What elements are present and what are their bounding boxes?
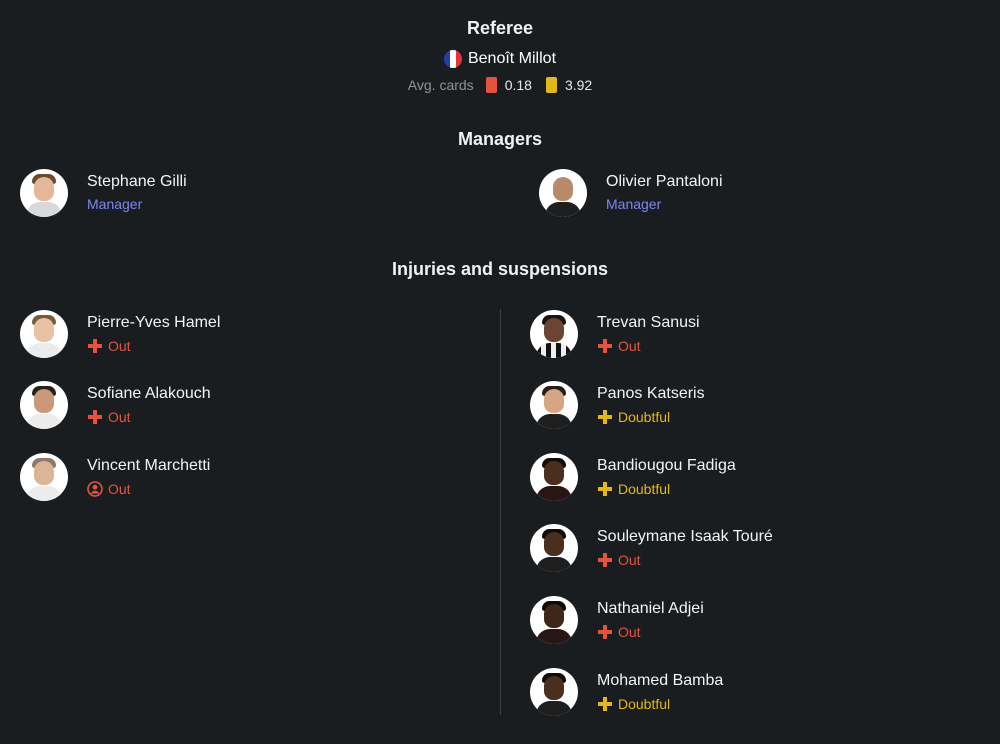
column-divider <box>500 309 501 715</box>
away-injury-item[interactable]: Bandiougou Fadiga Doubtful <box>530 453 736 501</box>
manager-name: Olivier Pantaloni <box>606 173 723 190</box>
player-name: Panos Katseris <box>597 384 705 402</box>
injury-cross-icon <box>598 481 612 496</box>
avatar <box>539 169 587 217</box>
player-name: Pierre-Yves Hamel <box>87 313 221 331</box>
red-card-average: 0.18 <box>504 77 532 93</box>
home-injury-item[interactable]: Vincent Marchetti Out <box>20 453 210 501</box>
away-manager[interactable]: Olivier Pantaloni Manager <box>539 169 723 217</box>
yellow-card-average: 3.92 <box>564 77 593 93</box>
status-label: Out <box>618 551 641 568</box>
away-injury-item[interactable]: Mohamed Bamba Doubtful <box>530 668 723 716</box>
status-label: Out <box>108 408 131 425</box>
player-status: Doubtful <box>597 694 723 714</box>
avatar <box>530 668 578 716</box>
referee-cards-row: Avg. cards 0.18 3.92 <box>0 77 1000 93</box>
player-name: Vincent Marchetti <box>87 456 211 474</box>
manager-role: Manager <box>606 196 662 212</box>
away-injury-item[interactable]: Trevan Sanusi Out <box>530 310 700 358</box>
injury-cross-icon <box>598 624 612 639</box>
status-label: Out <box>618 337 641 354</box>
avatar <box>20 310 68 358</box>
injury-cross-icon <box>598 552 612 567</box>
avatar <box>530 381 578 429</box>
red-card-icon <box>485 77 497 93</box>
avatar <box>20 169 68 217</box>
home-injury-item[interactable]: Sofiane Alakouch Out <box>20 381 211 429</box>
player-status: Out <box>597 550 773 570</box>
status-label: Doubtful <box>618 408 671 425</box>
yellow-card-icon <box>545 77 557 93</box>
status-label: Doubtful <box>618 695 671 712</box>
player-name: Mohamed Bamba <box>597 671 724 689</box>
status-label: Out <box>108 337 131 354</box>
referee-row: Benoît Millot <box>0 50 1000 68</box>
home-manager[interactable]: Stephane Gilli Manager <box>20 169 187 217</box>
person-unavailable-icon <box>87 480 103 497</box>
avatar <box>530 524 578 572</box>
injury-cross-icon <box>598 409 612 424</box>
status-label: Out <box>108 480 131 497</box>
player-status: Out <box>87 407 211 427</box>
avatar <box>530 310 578 358</box>
manager-role: Manager <box>87 196 143 212</box>
managers-title: Managers <box>457 129 543 149</box>
player-status: Out <box>597 622 704 642</box>
manager-name: Stephane Gilli <box>87 173 187 190</box>
player-status: Doubtful <box>597 479 736 499</box>
referee-title: Referee <box>466 18 534 38</box>
home-injury-item[interactable]: Pierre-Yves Hamel Out <box>20 310 220 358</box>
avatar <box>20 453 68 501</box>
avatar <box>530 596 578 644</box>
player-name: Nathaniel Adjei <box>597 599 704 617</box>
player-status: Out <box>87 479 210 499</box>
away-injury-item[interactable]: Souleymane Isaak Touré Out <box>530 524 773 572</box>
injury-cross-icon <box>88 409 102 424</box>
player-status: Out <box>87 336 220 356</box>
avg-cards-label: Avg. cards <box>407 77 474 93</box>
player-status: Doubtful <box>597 407 705 427</box>
avatar <box>20 381 68 429</box>
referee-name[interactable]: Benoît Millot <box>468 50 556 68</box>
player-name: Bandiougou Fadiga <box>597 456 736 474</box>
player-name: Souleymane Isaak Touré <box>597 527 773 545</box>
france-flag-icon <box>443 50 462 68</box>
match-info-panel: Referee Benoît Millot Avg. cards 0.18 3.… <box>0 0 1000 744</box>
status-label: Doubtful <box>618 480 671 497</box>
player-name: Trevan Sanusi <box>597 313 700 331</box>
avatar <box>530 453 578 501</box>
status-label: Out <box>618 623 641 640</box>
injury-cross-icon <box>598 696 612 711</box>
player-status: Out <box>597 336 700 356</box>
away-injury-item[interactable]: Panos Katseris Doubtful <box>530 381 705 429</box>
injury-cross-icon <box>598 338 612 353</box>
player-name: Sofiane Alakouch <box>87 384 211 402</box>
injury-cross-icon <box>88 338 102 353</box>
injuries-title: Injuries and suspensions <box>391 259 609 279</box>
away-injury-item[interactable]: Nathaniel Adjei Out <box>530 596 704 644</box>
